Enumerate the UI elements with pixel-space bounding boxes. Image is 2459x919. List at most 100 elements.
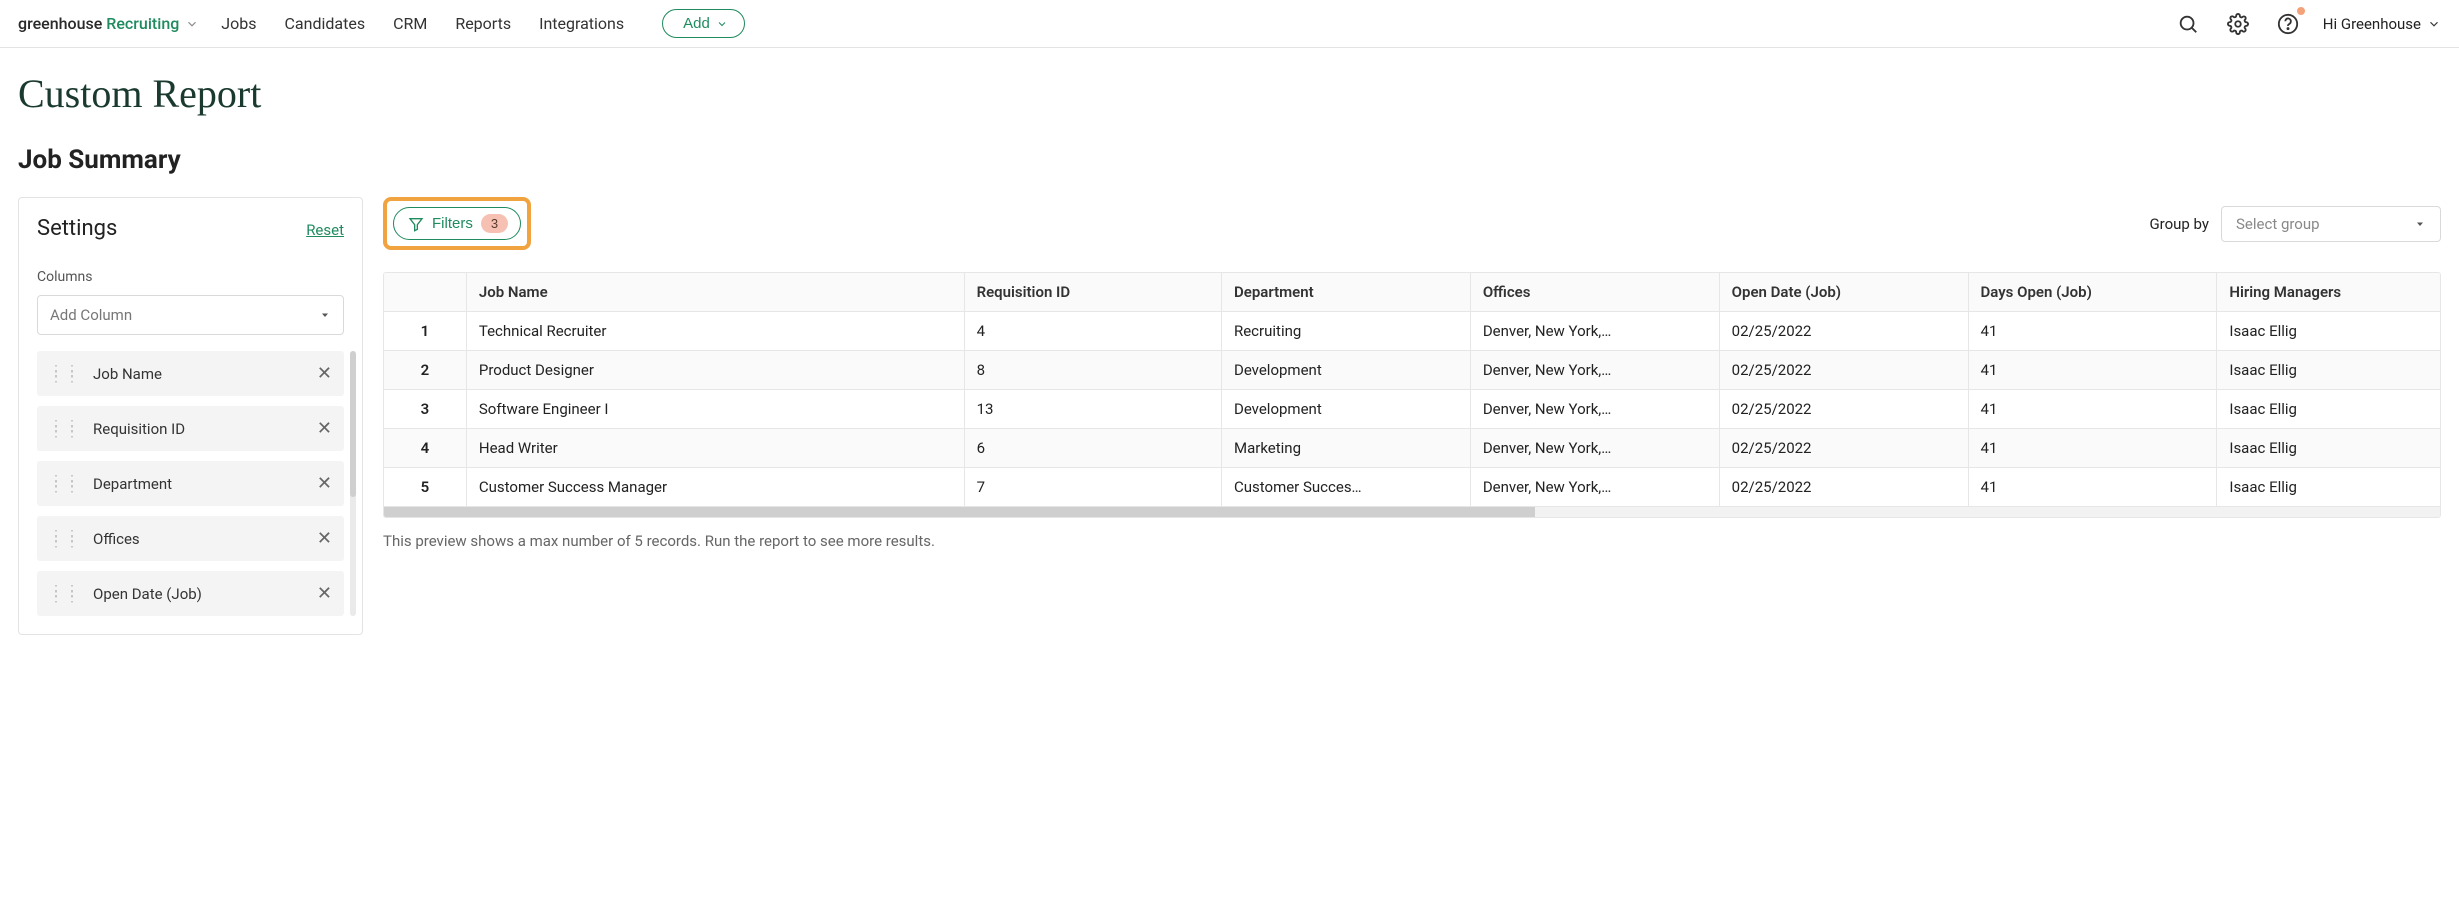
nav-candidates[interactable]: Candidates: [285, 14, 366, 33]
column-item[interactable]: ⋮⋮⋮⋮ Open Date (Job) ✕: [37, 571, 344, 616]
drag-handle-icon[interactable]: ⋮⋮⋮⋮: [49, 478, 81, 490]
cell-department: Marketing: [1221, 429, 1470, 468]
column-item[interactable]: ⋮⋮⋮⋮ Job Name ✕: [37, 351, 344, 396]
table-row[interactable]: 2 Product Designer 8 Development Denver,…: [384, 351, 2440, 390]
table-row[interactable]: 3 Software Engineer I 13 Development Den…: [384, 390, 2440, 429]
column-item-label: Job Name: [93, 365, 162, 383]
nav-integrations[interactable]: Integrations: [539, 14, 624, 33]
close-icon: ✕: [317, 528, 332, 549]
chevron-down-icon: [2427, 17, 2441, 31]
table-row[interactable]: 5 Customer Success Manager 7 Customer Su…: [384, 468, 2440, 507]
cell-jobname: Product Designer: [466, 351, 964, 390]
row-index: 1: [384, 312, 466, 351]
remove-column-button[interactable]: ✕: [317, 363, 332, 384]
cell-jobname: Technical Recruiter: [466, 312, 964, 351]
main-content: Filters 3 Group by Select group: [383, 197, 2441, 550]
column-item-label: Department: [93, 475, 172, 493]
remove-column-button[interactable]: ✕: [317, 418, 332, 439]
user-menu[interactable]: Hi Greenhouse: [2323, 15, 2441, 33]
cell-hiringmanagers: Isaac Ellig: [2217, 390, 2440, 429]
toolbar: Filters 3 Group by Select group: [383, 197, 2441, 250]
filter-icon: [408, 216, 424, 232]
cell-daysopen: 41: [1968, 351, 2217, 390]
drag-handle-icon[interactable]: ⋮⋮⋮⋮: [49, 368, 81, 380]
cell-reqid: 4: [964, 312, 1221, 351]
table-header-offices[interactable]: Offices: [1470, 273, 1719, 312]
cell-hiringmanagers: Isaac Ellig: [2217, 351, 2440, 390]
close-icon: ✕: [317, 363, 332, 384]
remove-column-button[interactable]: ✕: [317, 583, 332, 604]
preview-note: This preview shows a max number of 5 rec…: [383, 532, 2441, 550]
groupby-control: Group by Select group: [2149, 206, 2441, 242]
cell-reqid: 6: [964, 429, 1221, 468]
reset-link[interactable]: Reset: [306, 221, 344, 239]
settings-button[interactable]: [2223, 9, 2253, 39]
remove-column-button[interactable]: ✕: [317, 528, 332, 549]
add-button[interactable]: Add: [662, 9, 745, 38]
report-table: Job Name Requisition ID Department Offic…: [383, 272, 2441, 518]
search-button[interactable]: [2173, 9, 2203, 39]
filters-highlight: Filters 3: [383, 197, 531, 250]
remove-column-button[interactable]: ✕: [317, 473, 332, 494]
settings-panel: Settings Reset Columns Add Column ⋮⋮⋮⋮ J…: [18, 197, 363, 635]
table-header-row: Job Name Requisition ID Department Offic…: [384, 273, 2440, 312]
filters-count-badge: 3: [481, 214, 508, 233]
page-title: Custom Report: [18, 70, 2459, 117]
table-header-reqid[interactable]: Requisition ID: [964, 273, 1221, 312]
cell-daysopen: 41: [1968, 390, 2217, 429]
cell-department: Development: [1221, 351, 1470, 390]
filters-label: Filters: [432, 215, 473, 232]
cell-hiringmanagers: Isaac Ellig: [2217, 429, 2440, 468]
nav-jobs[interactable]: Jobs: [221, 14, 256, 33]
table-header-department[interactable]: Department: [1221, 273, 1470, 312]
page-subtitle: Job Summary: [18, 145, 2459, 175]
cell-opendate: 02/25/2022: [1719, 351, 1968, 390]
column-item[interactable]: ⋮⋮⋮⋮ Offices ✕: [37, 516, 344, 561]
close-icon: ✕: [317, 473, 332, 494]
column-item[interactable]: ⋮⋮⋮⋮ Department ✕: [37, 461, 344, 506]
drag-handle-icon[interactable]: ⋮⋮⋮⋮: [49, 423, 81, 435]
chevron-down-icon[interactable]: [185, 17, 199, 31]
top-nav: greenhouse Recruiting Jobs Candidates CR…: [0, 0, 2459, 48]
cell-offices: Denver, New York,…: [1470, 390, 1719, 429]
cell-department: Customer Succes…: [1221, 468, 1470, 507]
row-index: 4: [384, 429, 466, 468]
cell-daysopen: 41: [1968, 429, 2217, 468]
nav-crm[interactable]: CRM: [393, 14, 427, 33]
row-index: 3: [384, 390, 466, 429]
table-row[interactable]: 4 Head Writer 6 Marketing Denver, New Yo…: [384, 429, 2440, 468]
cell-hiringmanagers: Isaac Ellig: [2217, 312, 2440, 351]
groupby-select[interactable]: Select group: [2221, 206, 2441, 242]
table-header-jobname[interactable]: Job Name: [466, 273, 964, 312]
columns-label: Columns: [37, 269, 344, 285]
table-header-index: [384, 273, 466, 312]
notification-dot-icon: [2297, 7, 2305, 15]
nav-links: Jobs Candidates CRM Reports Integrations: [221, 14, 624, 33]
caret-down-icon: [2414, 218, 2426, 230]
add-column-select[interactable]: Add Column: [37, 295, 344, 335]
close-icon: ✕: [317, 583, 332, 604]
cell-offices: Denver, New York,…: [1470, 312, 1719, 351]
caret-down-icon: [319, 309, 331, 321]
table-horizontal-scrollbar[interactable]: [384, 507, 2440, 517]
logo[interactable]: greenhouse Recruiting: [18, 14, 199, 33]
add-column-placeholder: Add Column: [50, 306, 132, 324]
cell-opendate: 02/25/2022: [1719, 468, 1968, 507]
table-header-opendate[interactable]: Open Date (Job): [1719, 273, 1968, 312]
sidebar-scrollbar[interactable]: [350, 351, 356, 616]
cell-jobname: Customer Success Manager: [466, 468, 964, 507]
table-header-daysopen[interactable]: Days Open (Job): [1968, 273, 2217, 312]
add-button-label: Add: [683, 15, 710, 32]
column-item[interactable]: ⋮⋮⋮⋮ Requisition ID ✕: [37, 406, 344, 451]
settings-title: Settings: [37, 216, 117, 241]
help-button[interactable]: [2273, 9, 2303, 39]
drag-handle-icon[interactable]: ⋮⋮⋮⋮: [49, 588, 81, 600]
table-row[interactable]: 1 Technical Recruiter 4 Recruiting Denve…: [384, 312, 2440, 351]
filters-button[interactable]: Filters 3: [393, 207, 521, 240]
drag-handle-icon[interactable]: ⋮⋮⋮⋮: [49, 533, 81, 545]
close-icon: ✕: [317, 418, 332, 439]
table-header-hiringmanagers[interactable]: Hiring Managers: [2217, 273, 2440, 312]
nav-reports[interactable]: Reports: [455, 14, 511, 33]
groupby-placeholder: Select group: [2236, 215, 2320, 233]
cell-reqid: 8: [964, 351, 1221, 390]
